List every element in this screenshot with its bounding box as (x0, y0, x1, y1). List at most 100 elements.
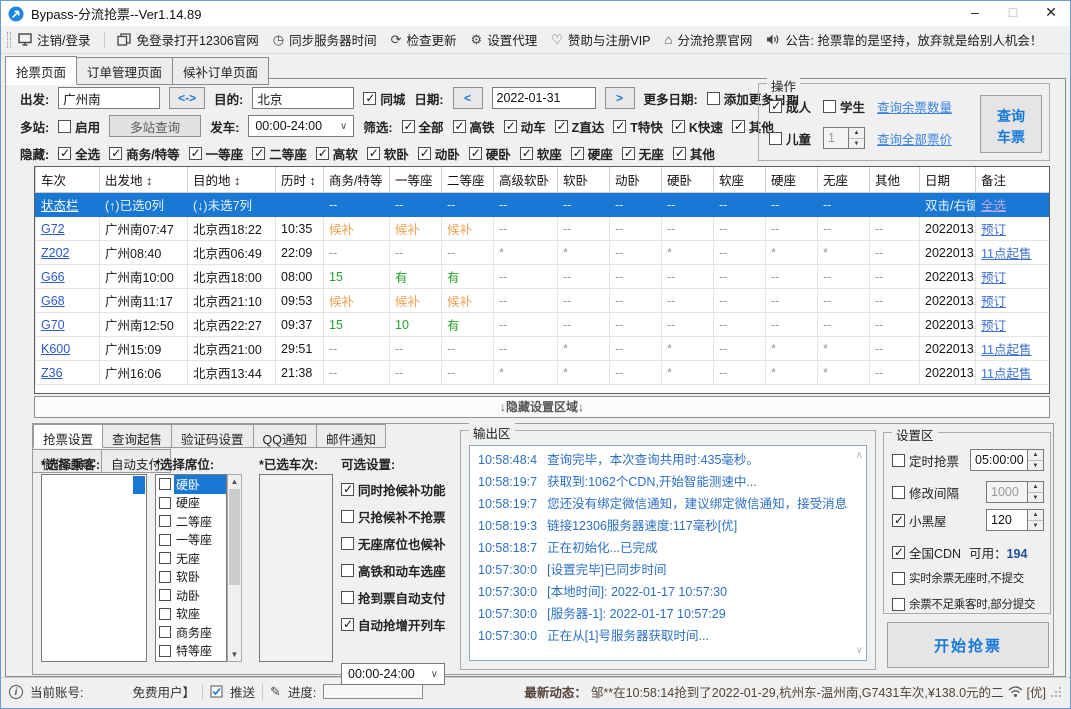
checkbox[interactable] (159, 607, 171, 620)
option-checkbox[interactable]: 自动抢增开列车 (341, 615, 446, 634)
seat-item[interactable]: 硬座 (156, 494, 226, 513)
swap-stations-button[interactable]: <-> (169, 87, 206, 109)
passenger-list-scrollthumb[interactable] (133, 476, 145, 494)
checkbox[interactable] (672, 146, 686, 160)
filter-checkbox[interactable]: K快速 (671, 117, 723, 136)
spinner-up-icon[interactable]: ▲ (1028, 450, 1043, 461)
spinner-down-icon[interactable]: ▼ (849, 139, 864, 149)
column-header[interactable]: 商务/特等 (323, 167, 390, 193)
checkbox[interactable] (315, 146, 329, 160)
train-row[interactable]: K600 广州15:09 北京西21:00 29:51 -- -- -- -- * -- * -- * *… (35, 336, 1049, 361)
checkbox[interactable] (159, 533, 171, 546)
scroll-up-icon[interactable]: ∧ (856, 450, 863, 461)
blackroom-spinner[interactable]: 120 ▲ ▼ (986, 509, 1044, 531)
checkbox[interactable] (159, 570, 171, 583)
toolbar-item-1[interactable]: 注销/登录 (18, 30, 90, 49)
column-header[interactable]: 软卧 (557, 167, 610, 193)
column-header[interactable]: 硬卧 (661, 167, 714, 193)
settings-tab-2[interactable]: 查询起售 (103, 424, 173, 448)
hide-checkbox[interactable]: 二等座 (252, 144, 307, 163)
seat-item[interactable]: 无座 (156, 549, 226, 568)
checkbox[interactable] (341, 617, 354, 631)
main-tab-1[interactable]: 抢票页面 (5, 56, 78, 85)
train-link[interactable]: G66 (41, 270, 65, 284)
toolbar-item-5[interactable]: ⚙ 设置代理 (471, 30, 538, 49)
close-button[interactable]: ✕ (1032, 1, 1070, 26)
checkbox[interactable] (769, 99, 782, 113)
seat-item[interactable]: 一等座 (156, 531, 226, 550)
child-count-spinner[interactable]: 1 ▲ ▼ (823, 127, 866, 149)
query-price-link[interactable]: 查询全部票价 (877, 129, 952, 148)
note-link[interactable]: 11点起售 (981, 343, 1031, 357)
select-all-link[interactable]: 全选 (981, 199, 1006, 213)
resize-grip-icon[interactable] (1050, 686, 1062, 698)
minimize-button[interactable]: – (956, 1, 994, 26)
checkbox[interactable] (731, 119, 745, 133)
hide-checkbox[interactable]: 一等座 (188, 144, 243, 163)
column-header[interactable]: 其他 (869, 167, 920, 193)
filter-checkbox[interactable]: Z直达 (554, 117, 604, 136)
checkbox[interactable] (892, 597, 905, 611)
column-header[interactable]: 目的地 ↕ (187, 167, 276, 193)
checkbox[interactable] (519, 146, 533, 160)
checkbox[interactable] (503, 119, 517, 133)
spinner-down-icon[interactable]: ▼ (1028, 493, 1043, 503)
hide-checkbox[interactable]: 硬卧 (468, 144, 511, 163)
checkbox[interactable] (366, 146, 380, 160)
interval-checkbox[interactable]: 修改间隔 (892, 483, 959, 502)
checkbox[interactable] (417, 146, 431, 160)
hide-checkbox[interactable]: 无座 (621, 144, 664, 163)
hide-checkbox[interactable]: 硬座 (570, 144, 613, 163)
filter-checkbox[interactable]: 全部 (401, 117, 444, 136)
checkbox[interactable] (706, 91, 720, 105)
checkbox[interactable] (341, 564, 354, 577)
note-link[interactable]: 预订 (981, 295, 1006, 309)
next-date-button[interactable]: > (604, 87, 635, 109)
column-header[interactable]: 日期 (919, 167, 976, 193)
checkbox[interactable] (621, 146, 635, 160)
timed-time-spinner[interactable]: 05:00:00 ▲ ▼ (970, 449, 1044, 471)
checkbox[interactable] (159, 589, 171, 602)
date-input[interactable] (491, 87, 596, 109)
spinner-down-icon[interactable]: ▼ (1028, 461, 1043, 471)
column-header[interactable]: 历时 ↕ (275, 167, 324, 193)
maximize-button[interactable]: □ (994, 1, 1032, 26)
main-tab-3[interactable]: 候补订单页面 (173, 57, 270, 85)
hide-checkbox[interactable]: 软卧 (366, 144, 409, 163)
settings-tab-3[interactable]: 验证码设置 (172, 424, 254, 448)
column-header[interactable]: 硬座 (765, 167, 818, 193)
checkbox[interactable] (892, 453, 905, 467)
train-link[interactable]: G68 (41, 294, 65, 308)
column-header[interactable]: 动卧 (609, 167, 662, 193)
hide-checkbox[interactable]: 高软 (315, 144, 358, 163)
push-label[interactable]: 推送 (230, 682, 255, 701)
seat-item[interactable]: 商务座 (156, 623, 226, 642)
note-link[interactable]: 预订 (981, 223, 1006, 237)
spinner-up-icon[interactable]: ▲ (1028, 482, 1043, 493)
checkbox[interactable] (468, 146, 482, 160)
passenger-list[interactable] (41, 474, 147, 662)
checkbox[interactable] (109, 146, 123, 160)
checkbox[interactable] (159, 478, 171, 491)
column-header[interactable]: 二等座 (441, 167, 494, 193)
filter-checkbox[interactable]: 高铁 (452, 117, 495, 136)
checkbox[interactable] (341, 537, 354, 550)
toolbar-item-3[interactable]: ◷ 同步服务器时间 (273, 30, 377, 49)
start-ticket-button[interactable]: 开始抢票 (887, 622, 1049, 668)
checkbox[interactable] (252, 146, 266, 160)
settings-tab-1[interactable]: 抢票设置 (33, 424, 104, 448)
toolbar-item-4[interactable]: ⟳ 检查更新 (391, 30, 457, 49)
student-checkbox[interactable]: 学生 (823, 97, 865, 116)
settings-tab-5[interactable]: 邮件通知 (317, 424, 387, 448)
depart-time-select[interactable]: 00:00-24:00 ∨ (248, 115, 355, 137)
status-link[interactable]: 状态栏 (41, 199, 79, 213)
checkbox[interactable] (823, 100, 837, 113)
depart-input[interactable] (58, 87, 161, 109)
scroll-thumb[interactable] (229, 489, 240, 585)
train-link[interactable]: G70 (41, 318, 65, 332)
status-row[interactable]: 状态栏 (↑)已选0列 (↓)未选7列 -- -- -- -- -- -- -- -- -- -- 双击/… (35, 192, 1049, 217)
query-tickets-button[interactable]: 查询 车票 (980, 95, 1042, 153)
checkbox[interactable] (341, 591, 354, 604)
interval-spinner[interactable]: 1000 ▲ ▼ (986, 481, 1044, 503)
spinner-down-icon[interactable]: ▼ (1028, 521, 1043, 531)
